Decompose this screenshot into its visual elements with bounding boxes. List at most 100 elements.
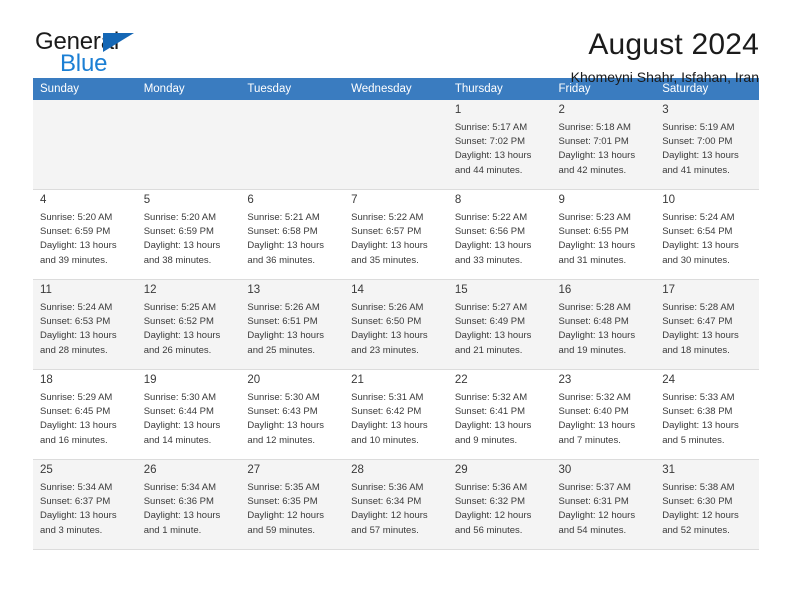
calendar-day-cell[interactable]: 7 Sunrise: 5:22 AM Sunset: 6:57 PM Daylig… (344, 189, 448, 280)
day-sun-info: Sunrise: 5:30 AM Sunset: 6:43 PM Dayligh… (247, 392, 324, 446)
day-cell-content: 12 Sunrise: 5:25 AM Sunset: 6:52 PM Dayli… (137, 280, 241, 369)
day-number: 21 (351, 374, 364, 386)
day-cell-content: 28 Sunrise: 5:36 AM Sunset: 6:34 PM Dayli… (344, 460, 448, 549)
day-cell-content: 16 Sunrise: 5:28 AM Sunset: 6:48 PM Dayli… (552, 280, 656, 369)
calendar-day-cell[interactable]: 25 Sunrise: 5:34 AM Sunset: 6:37 PM Dayli… (33, 459, 137, 550)
day-sun-info: Sunrise: 5:37 AM Sunset: 6:31 PM Dayligh… (558, 482, 636, 536)
day-sun-info: Sunrise: 5:38 AM Sunset: 6:30 PM Dayligh… (662, 482, 739, 536)
calendar-day-cell[interactable]: 11 Sunrise: 5:24 AM Sunset: 6:53 PM Dayli… (33, 279, 137, 370)
day-cell-content: 2 Sunrise: 5:18 AM Sunset: 7:01 PM Daylig… (552, 100, 656, 189)
day-number: 7 (351, 194, 358, 206)
day-sun-info: Sunrise: 5:21 AM Sunset: 6:58 PM Dayligh… (247, 212, 324, 266)
day-cell-content: 24 Sunrise: 5:33 AM Sunset: 6:38 PM Dayli… (655, 370, 759, 459)
day-cell-content: 10 Sunrise: 5:24 AM Sunset: 6:54 PM Dayli… (655, 190, 759, 279)
day-sun-info: Sunrise: 5:33 AM Sunset: 6:38 PM Dayligh… (662, 392, 739, 446)
calendar-day-cell[interactable]: 4 Sunrise: 5:20 AM Sunset: 6:59 PM Daylig… (33, 189, 137, 280)
day-cell-content: 19 Sunrise: 5:30 AM Sunset: 6:44 PM Dayli… (137, 370, 241, 459)
calendar-day-cell[interactable]: 28 Sunrise: 5:36 AM Sunset: 6:34 PM Dayli… (344, 459, 448, 550)
day-cell-content: 20 Sunrise: 5:30 AM Sunset: 6:43 PM Dayli… (240, 370, 344, 459)
day-number: 1 (454, 104, 462, 116)
day-sun-info: Sunrise: 5:34 AM Sunset: 6:37 PM Dayligh… (40, 482, 117, 536)
day-number: 24 (662, 374, 676, 386)
calendar-day-cell[interactable]: 22 Sunrise: 5:32 AM Sunset: 6:41 PM Dayli… (447, 369, 552, 460)
day-number: 18 (40, 374, 53, 386)
calendar-body: 1 Sunrise: 5:17 AM Sunset: 7:02 PM Daylig… (33, 100, 759, 550)
day-number: 17 (662, 284, 676, 296)
day-sun-info: Sunrise: 5:24 AM Sunset: 6:53 PM Dayligh… (40, 302, 117, 356)
day-cell-content: 4 Sunrise: 5:20 AM Sunset: 6:59 PM Daylig… (33, 190, 137, 279)
day-number: 14 (351, 284, 364, 296)
calendar-page: General Blue August 2024 Khomeyni Shahr,… (0, 0, 792, 612)
day-cell-content: 21 Sunrise: 5:31 AM Sunset: 6:42 PM Dayli… (344, 370, 448, 459)
day-sun-info: Sunrise: 5:27 AM Sunset: 6:49 PM Dayligh… (454, 302, 532, 356)
calendar-day-cell[interactable]: 10 Sunrise: 5:24 AM Sunset: 6:54 PM Dayli… (655, 189, 759, 280)
calendar-day-cell[interactable]: 14 Sunrise: 5:26 AM Sunset: 6:50 PM Dayli… (344, 279, 448, 370)
day-number: 10 (662, 194, 676, 206)
day-number: 2 (558, 104, 565, 116)
calendar-day-cell[interactable]: 20 Sunrise: 5:30 AM Sunset: 6:43 PM Dayli… (240, 369, 345, 460)
calendar-day-cell[interactable]: 5 Sunrise: 5:20 AM Sunset: 6:59 PM Daylig… (136, 189, 241, 280)
day-sun-info: Sunrise: 5:17 AM Sunset: 7:02 PM Dayligh… (454, 122, 532, 176)
calendar-day-cell[interactable]: 6 Sunrise: 5:21 AM Sunset: 6:58 PM Daylig… (240, 189, 345, 280)
calendar-week-row: 4 Sunrise: 5:20 AM Sunset: 6:59 PM Daylig… (33, 189, 759, 280)
day-sun-info: Sunrise: 5:20 AM Sunset: 6:59 PM Dayligh… (143, 212, 221, 266)
day-sun-info: Sunrise: 5:32 AM Sunset: 6:41 PM Dayligh… (454, 392, 532, 446)
day-number: 6 (247, 194, 254, 206)
day-number: 23 (558, 374, 572, 386)
calendar-day-cell[interactable]: 19 Sunrise: 5:30 AM Sunset: 6:44 PM Dayli… (136, 369, 241, 460)
calendar-day-cell[interactable]: 29 Sunrise: 5:36 AM Sunset: 6:32 PM Dayli… (447, 459, 552, 550)
calendar-day-cell[interactable]: 30 Sunrise: 5:37 AM Sunset: 6:31 PM Dayli… (551, 459, 656, 550)
calendar-week-row: 1 Sunrise: 5:17 AM Sunset: 7:02 PM Daylig… (33, 100, 759, 190)
calendar-day-cell[interactable]: 1 Sunrise: 5:17 AM Sunset: 7:02 PM Daylig… (447, 100, 552, 190)
day-number: 25 (40, 464, 53, 476)
calendar-day-cell[interactable]: 21 Sunrise: 5:31 AM Sunset: 6:42 PM Dayli… (344, 369, 448, 460)
logo-triangle-icon (103, 33, 134, 52)
day-cell-content: 26 Sunrise: 5:34 AM Sunset: 6:36 PM Dayli… (137, 460, 241, 549)
calendar-day-cell[interactable]: 3 Sunrise: 5:19 AM Sunset: 7:00 PM Daylig… (655, 100, 759, 190)
calendar-day-cell[interactable]: 18 Sunrise: 5:29 AM Sunset: 6:45 PM Dayli… (33, 369, 137, 460)
calendar-table: Sunday Monday Tuesday Wednesday Thursday… (33, 78, 759, 550)
day-sun-info: Sunrise: 5:18 AM Sunset: 7:01 PM Dayligh… (558, 122, 636, 176)
weekday-header-sunday: Sunday (33, 78, 137, 100)
day-cell-content: 25 Sunrise: 5:34 AM Sunset: 6:37 PM Dayli… (33, 460, 137, 549)
day-sun-info: Sunrise: 5:22 AM Sunset: 6:56 PM Dayligh… (454, 212, 532, 266)
day-number: 26 (143, 464, 157, 476)
calendar-empty-cell (136, 100, 241, 190)
generalblue-logo[interactable]: General Blue (33, 28, 153, 78)
day-cell-content: 22 Sunrise: 5:32 AM Sunset: 6:41 PM Dayli… (448, 370, 552, 459)
day-number: 12 (143, 284, 157, 296)
calendar-day-cell[interactable]: 26 Sunrise: 5:34 AM Sunset: 6:36 PM Dayli… (136, 459, 241, 550)
day-sun-info: Sunrise: 5:29 AM Sunset: 6:45 PM Dayligh… (40, 392, 117, 446)
calendar-week-row: 18 Sunrise: 5:29 AM Sunset: 6:45 PM Dayli… (33, 369, 759, 460)
day-sun-info: Sunrise: 5:23 AM Sunset: 6:55 PM Dayligh… (558, 212, 636, 266)
day-number: 28 (351, 464, 364, 476)
day-number: 11 (40, 284, 52, 296)
weekday-header-tuesday: Tuesday (240, 78, 345, 100)
day-number: 30 (558, 464, 572, 476)
day-sun-info: Sunrise: 5:20 AM Sunset: 6:59 PM Dayligh… (40, 212, 117, 266)
day-number: 20 (247, 374, 261, 386)
calendar-day-cell[interactable]: 31 Sunrise: 5:38 AM Sunset: 6:30 PM Dayli… (655, 459, 759, 550)
calendar-day-cell[interactable]: 24 Sunrise: 5:33 AM Sunset: 6:38 PM Dayli… (655, 369, 759, 460)
calendar-day-cell[interactable]: 2 Sunrise: 5:18 AM Sunset: 7:01 PM Daylig… (551, 100, 656, 190)
day-sun-info: Sunrise: 5:19 AM Sunset: 7:00 PM Dayligh… (662, 122, 739, 176)
page-header: General Blue August 2024 Khomeyni Shahr,… (33, 0, 759, 85)
calendar-day-cell[interactable]: 13 Sunrise: 5:26 AM Sunset: 6:51 PM Dayli… (240, 279, 345, 370)
calendar-day-cell[interactable]: 17 Sunrise: 5:28 AM Sunset: 6:47 PM Dayli… (655, 279, 759, 370)
calendar-day-cell[interactable]: 23 Sunrise: 5:32 AM Sunset: 6:40 PM Dayli… (551, 369, 656, 460)
calendar-day-cell[interactable]: 12 Sunrise: 5:25 AM Sunset: 6:52 PM Dayli… (136, 279, 241, 370)
day-sun-info: Sunrise: 5:24 AM Sunset: 6:54 PM Dayligh… (662, 212, 739, 266)
day-cell-content: 5 Sunrise: 5:20 AM Sunset: 6:59 PM Daylig… (137, 190, 241, 279)
calendar-day-cell[interactable]: 15 Sunrise: 5:27 AM Sunset: 6:49 PM Dayli… (447, 279, 552, 370)
day-cell-content: 27 Sunrise: 5:35 AM Sunset: 6:35 PM Dayli… (240, 460, 344, 549)
day-sun-info: Sunrise: 5:28 AM Sunset: 6:47 PM Dayligh… (662, 302, 739, 356)
day-number: 13 (247, 284, 261, 296)
day-sun-info: Sunrise: 5:26 AM Sunset: 6:50 PM Dayligh… (351, 302, 428, 356)
day-number: 8 (454, 194, 462, 206)
calendar-day-cell[interactable]: 8 Sunrise: 5:22 AM Sunset: 6:56 PM Daylig… (447, 189, 552, 280)
calendar-day-cell[interactable]: 9 Sunrise: 5:23 AM Sunset: 6:55 PM Daylig… (551, 189, 656, 280)
day-cell-content: 13 Sunrise: 5:26 AM Sunset: 6:51 PM Dayli… (240, 280, 344, 369)
calendar-day-cell[interactable]: 27 Sunrise: 5:35 AM Sunset: 6:35 PM Dayli… (240, 459, 345, 550)
calendar-day-cell[interactable]: 16 Sunrise: 5:28 AM Sunset: 6:48 PM Dayli… (551, 279, 656, 370)
day-cell-content (137, 100, 241, 189)
